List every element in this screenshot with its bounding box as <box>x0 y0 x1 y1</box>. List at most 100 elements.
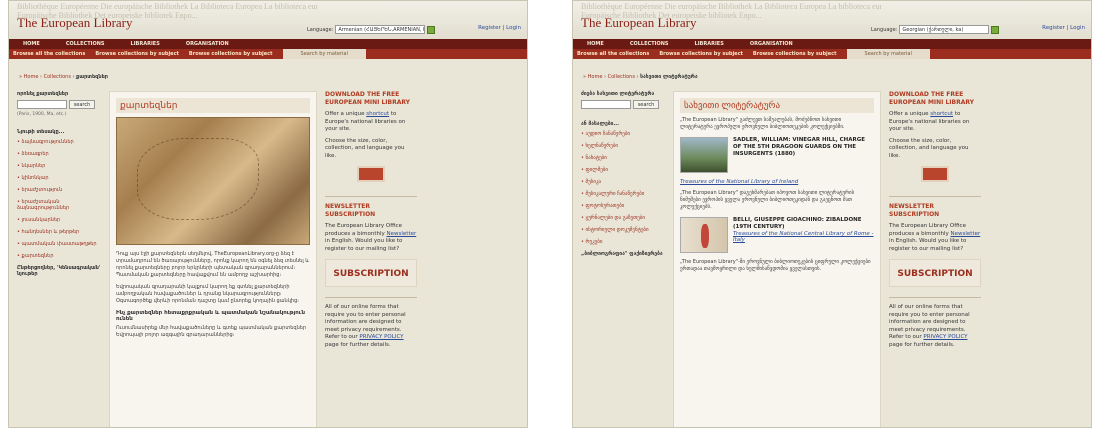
sidebar-item[interactable]: მუსიკა <box>581 179 665 185</box>
subscription-button[interactable]: SUBSCRIPTION <box>325 259 417 287</box>
breadcrumb: » Home › Collections › სახვითი ლიტერატურ… <box>583 74 698 80</box>
newsletter-text-2: in English. Would you like to register t… <box>889 238 967 252</box>
sidebar-item[interactable]: երաժշտություն <box>17 187 101 193</box>
sidebar-item[interactable]: აუდიო ჩანაწერები <box>581 131 665 137</box>
historic-map-image <box>116 117 310 245</box>
nav-libraries[interactable]: LIBRARIES <box>695 39 724 49</box>
search-button[interactable]: search <box>69 100 95 109</box>
nav-organisation[interactable]: ORGANISATION <box>750 39 793 49</box>
sidebar-item[interactable]: ფოტოსურათები <box>581 203 665 209</box>
privacy-text: All of our online forms that require you… <box>889 304 981 349</box>
breadcrumb-collections[interactable]: Collections <box>608 74 635 80</box>
sidebar-item[interactable]: կինոնկար <box>17 175 101 181</box>
sidebar-item[interactable]: նկարներ <box>17 163 101 169</box>
manuscript-thumbnail[interactable] <box>680 217 728 253</box>
language-go-button[interactable] <box>427 25 436 34</box>
language-select[interactable]: Georgian (ქართული, ka) <box>899 25 990 34</box>
sidebar-item[interactable]: ისტორიული დოკუმენტები <box>581 227 665 233</box>
sidebar-search-label: որոնել քարտեզներ <box>17 91 69 97</box>
privacy-policy-link[interactable]: PRIVACY POLICY <box>359 334 403 340</box>
mini-library-badge[interactable] <box>357 166 385 182</box>
download-title: DOWNLOAD THE FREE EUROPEAN MINI LIBRARY <box>325 91 411 106</box>
treasure-source-link[interactable]: Treasures of the National Central Librar… <box>733 231 874 243</box>
language-go-button[interactable] <box>991 25 1000 34</box>
sidebar-search: search <box>581 100 665 109</box>
subnav-browse-subject[interactable]: Browse collections by subject <box>95 49 179 59</box>
shortcut-link[interactable]: shortcut <box>930 111 953 117</box>
subnav-browse-subject-2[interactable]: Browse collections by subject <box>189 49 273 59</box>
search-hint: (Paris, 1900, Ma, etc.) <box>17 112 67 117</box>
newsletter-link[interactable]: Newsletter <box>951 231 981 237</box>
register-link[interactable]: Register <box>478 25 501 31</box>
newsletter-link[interactable]: Newsletter <box>387 231 417 237</box>
sidebar-item[interactable]: լուսանկարներ <box>17 217 101 223</box>
main-nav: HOME COLLECTIONS LIBRARIES ORGANISATION <box>9 39 527 49</box>
sidebar: ძიება სახვითი ლიტერატურა search ან მასალ… <box>581 91 665 257</box>
subnav-browse-all[interactable]: Browse all the collections <box>13 49 85 59</box>
intro-paragraph: Դուք այս էջի քարտեզներն սեղմելով, TheEur… <box>116 251 310 278</box>
divider <box>325 196 417 197</box>
sidebar-item[interactable]: ნახატები <box>581 155 665 161</box>
language-select[interactable]: Armenian (ՀԱՅԵՐԵՆ,ARMENIAN, hy) <box>335 25 426 34</box>
breadcrumb-home[interactable]: Home <box>588 74 603 80</box>
sidebar-search-label: ძიება სახვითი ლიტერატურა <box>581 91 655 97</box>
subnav-browse-subject-2[interactable]: Browse collections by subject <box>753 49 837 59</box>
sidebar-item[interactable]: მუსიკალური ჩანაწერები <box>581 191 665 197</box>
privacy-text-2: page for further details. <box>889 341 955 348</box>
body-paragraph: Ուսումնասիրեք մեր հավաքածուները և գտեք պ… <box>116 325 307 338</box>
treasure-card: SADLER, WILLIAM: VINEGAR HILL, CHARGE OF… <box>680 137 874 173</box>
treasure-card: BELLI, GIUSEPPE GIOACHINO: ZIBALDONE (19… <box>680 217 874 253</box>
sidebar-footer[interactable]: Ընթերցողներ, 'Կենսագրական' նյութեր <box>17 265 101 277</box>
offer-text: Offer a unique <box>889 111 929 117</box>
sidebar-item[interactable]: ձայնագրություններ <box>17 139 101 145</box>
breadcrumb: » Home › Collections › քարտեզներ <box>19 74 109 80</box>
sidebar-item[interactable]: հանդեսներ և թերթեր <box>17 229 101 235</box>
nav-collections[interactable]: COLLECTIONS <box>630 39 669 49</box>
sub-nav: Browse all the collections Browse collec… <box>573 49 1091 59</box>
body-paragraph: „The European Library"-ში ეროვნული ბიბლი… <box>680 259 871 272</box>
login-link[interactable]: Login <box>506 25 521 31</box>
site-title[interactable]: The European Library <box>581 15 697 31</box>
shortcut-link[interactable]: shortcut <box>366 111 389 117</box>
nav-libraries[interactable]: LIBRARIES <box>131 39 160 49</box>
site-title[interactable]: The European Library <box>17 15 133 31</box>
sidebar-item[interactable]: ჟურნალები და გაზეთები <box>581 215 665 221</box>
subnav-browse-all[interactable]: Browse all the collections <box>577 49 649 59</box>
language-selector: Language: Georgian (ქართული, ka) <box>871 25 1000 34</box>
georgian-page-screenshot: Bibliothèque Européenne Die europäische … <box>572 0 1092 428</box>
subscription-button[interactable]: SUBSCRIPTION <box>889 259 981 287</box>
nav-collections[interactable]: COLLECTIONS <box>66 39 105 49</box>
sidebar-item[interactable]: რუკები <box>581 239 665 245</box>
painting-thumbnail[interactable] <box>680 137 728 173</box>
sidebar-item[interactable]: երաժշտական ձայնագրություններ <box>17 199 101 211</box>
subnav-search-material[interactable]: Search by material <box>282 49 366 59</box>
intro-paragraph: „The European Library" გაძლევთ საშუალება… <box>680 117 845 130</box>
mini-library-badge[interactable] <box>921 166 949 182</box>
privacy-policy-link[interactable]: PRIVACY POLICY <box>923 334 967 340</box>
newsletter-title: NEWSLETTER SUBSCRIPTION <box>325 203 376 218</box>
search-button[interactable]: search <box>633 100 659 109</box>
nav-home[interactable]: HOME <box>23 39 40 49</box>
sidebar-item[interactable]: ձեռագրեր <box>17 151 101 157</box>
breadcrumb-home[interactable]: Home <box>24 74 39 80</box>
login-link[interactable]: Login <box>1070 25 1085 31</box>
search-input[interactable] <box>581 100 631 109</box>
register-link[interactable]: Register <box>1042 25 1065 31</box>
divider <box>889 196 981 197</box>
treasure-source-link[interactable]: Treasures of the National Library of Ire… <box>680 179 874 185</box>
sidebar-item[interactable]: ფილმები <box>581 167 665 173</box>
nav-home[interactable]: HOME <box>587 39 604 49</box>
subnav-search-material[interactable]: Search by material <box>846 49 930 59</box>
sidebar-item[interactable]: քարտեզներ <box>17 253 101 259</box>
newsletter-text: The European Library Office produces a b… <box>889 223 981 253</box>
nav-organisation[interactable]: ORGANISATION <box>186 39 229 49</box>
search-input[interactable] <box>17 100 67 109</box>
armenian-page-screenshot: Bibliothèque Européenne Die europäische … <box>8 0 528 428</box>
sidebar-item[interactable]: ხელნაწერები <box>581 143 665 149</box>
tagline: Bibliothèque Européenne Die europäische … <box>17 2 317 11</box>
breadcrumb-collections[interactable]: Collections <box>44 74 71 80</box>
sidebar-footer[interactable]: „ბიბლიოგრაფია" ფაქიზიერება <box>581 251 665 257</box>
sidebar-item[interactable]: պատմական փաստաթղթեր <box>17 241 101 247</box>
main-nav: HOME COLLECTIONS LIBRARIES ORGANISATION <box>573 39 1091 49</box>
subnav-browse-subject[interactable]: Browse collections by subject <box>659 49 743 59</box>
